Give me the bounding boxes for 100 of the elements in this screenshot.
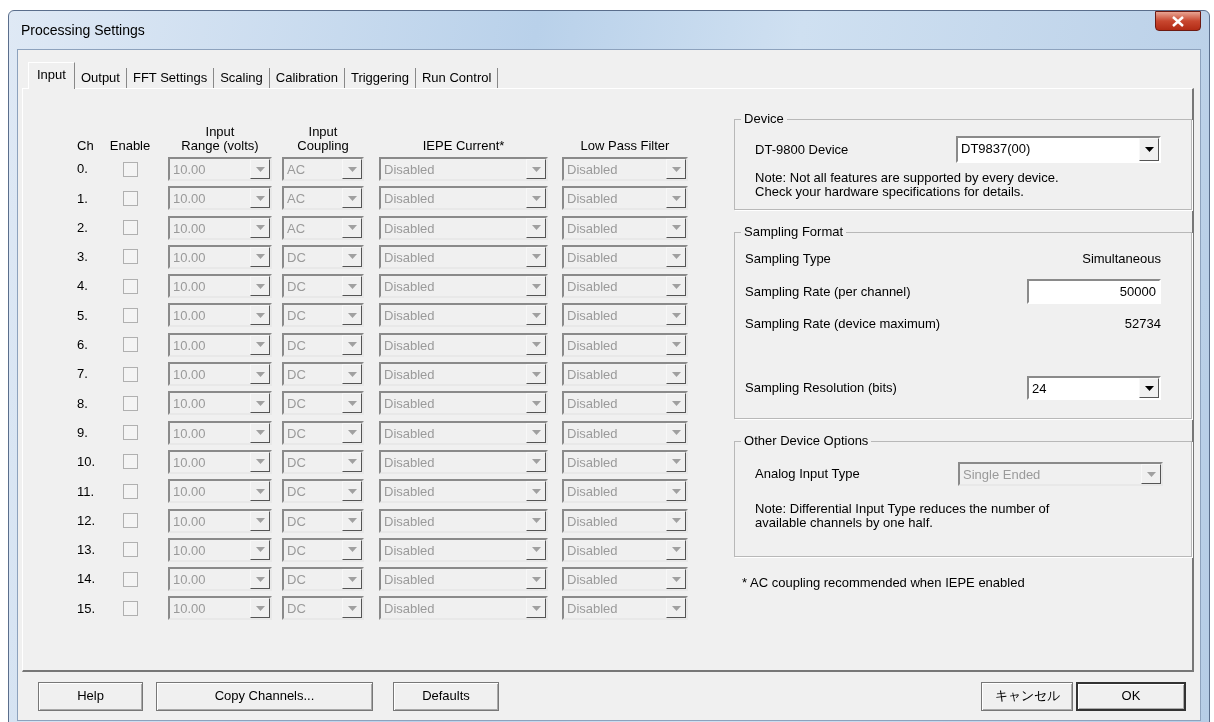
caret-icon [526,364,546,385]
channel-number: 11. [77,483,95,499]
channel-number: 0. [77,161,88,177]
caret-icon [342,481,362,502]
tab[interactable]: Calibration [269,68,345,88]
caret-icon [342,393,362,414]
caret-icon [250,159,270,179]
column-header: IEPE Current* [421,139,506,153]
caret-icon [250,569,270,590]
caret-icon [526,451,546,472]
caret-icon [342,451,362,472]
tab[interactable]: Input [28,62,75,89]
caret-icon [526,569,546,590]
channel-number: 10. [77,454,96,470]
caret-icon [526,539,546,560]
caret-icon [250,188,270,209]
caret-icon [666,276,686,297]
button[interactable]: Copy Channels... [156,681,373,711]
column-header: Low Pass Filter [579,139,671,153]
note-text: Note: Not all features are supported by every device. Check your hardware specifications for details. [755,171,1060,199]
caret-icon [666,188,686,209]
caret-icon [526,159,546,179]
field-label: Sampling Rate (device maximum) [745,315,941,334]
caret-icon [1141,464,1161,484]
caret-icon [250,481,270,502]
field-label: Analog Input Type [755,465,860,484]
caret-icon [666,305,686,326]
close-button[interactable] [1155,11,1201,31]
caret-icon [342,364,362,385]
caret-icon [342,159,362,179]
field-label: Sampling Type [745,250,831,269]
caret-icon [1139,378,1159,398]
group-title: Other Device Options [741,433,872,449]
caret-icon [250,451,270,472]
channel-number: 12. [77,512,96,528]
caret-icon [250,539,270,560]
caret-icon [250,334,270,355]
tab[interactable]: FFT Settings [126,68,215,88]
button[interactable]: Defaults [393,681,499,711]
caret-icon [1139,138,1159,161]
rate-input[interactable]: 50000 [1027,279,1161,304]
caret-icon [666,510,686,531]
caret-icon [250,246,270,267]
caret-icon [526,422,546,443]
resolution-dropdown[interactable]: 24 [1027,376,1161,400]
caret-icon [250,393,270,414]
field-value: 52734 [1124,315,1161,334]
column-header: Input Coupling [296,125,350,153]
caret-icon [342,276,362,297]
channel-number: 9. [77,424,88,440]
channel-number: 14. [77,571,96,587]
column-header: Ch [77,139,95,153]
tab[interactable]: Triggering [344,68,416,88]
channel-number: 7. [77,366,88,382]
caret-icon [666,246,686,267]
caret-icon [526,276,546,297]
caret-icon [250,364,270,385]
caret-icon [250,217,270,238]
tab[interactable]: Output [74,68,127,88]
caret-icon [342,598,362,619]
group-title: Sampling Format [741,224,847,240]
caret-icon [526,334,546,355]
channel-number: 8. [77,395,88,411]
caret-icon [526,598,546,619]
caret-icon [526,217,546,238]
button[interactable]: Help [38,681,143,711]
caret-icon [250,510,270,531]
channel-number: 2. [77,219,88,235]
column-header: Enable [109,139,151,153]
footnote: * AC coupling recommended when IEPE enabled [742,574,1026,592]
field-label: Sampling Resolution (bits) [745,379,897,398]
field-label: Sampling Rate (per channel) [745,282,911,301]
channel-number: 3. [77,249,88,265]
caret-icon [342,510,362,531]
caret-icon [666,393,686,414]
caret-icon [342,539,362,560]
channel-number: 6. [77,337,88,353]
caret-icon [250,598,270,619]
caret-icon [342,217,362,238]
caret-icon [666,364,686,385]
caret-icon [526,393,546,414]
caret-icon [250,276,270,297]
caret-icon [666,539,686,560]
channel-number: 13. [77,542,96,558]
close-icon [1171,15,1185,27]
caret-icon [526,305,546,326]
button[interactable]: OK [1076,681,1186,711]
caret-icon [342,569,362,590]
tab[interactable]: Scaling [214,68,270,88]
window-title: Processing Settings [20,20,145,40]
caret-icon [666,422,686,443]
caret-icon [342,188,362,209]
caret-icon [526,510,546,531]
field-value: Simultaneous [1082,250,1161,269]
button[interactable]: キャンセル [981,681,1073,711]
device-dropdown[interactable]: DT9837(00) [956,136,1161,163]
caret-icon [250,422,270,443]
tab[interactable]: Run Control [416,68,499,88]
channel-number: 15. [77,600,96,616]
caret-icon [666,598,686,619]
